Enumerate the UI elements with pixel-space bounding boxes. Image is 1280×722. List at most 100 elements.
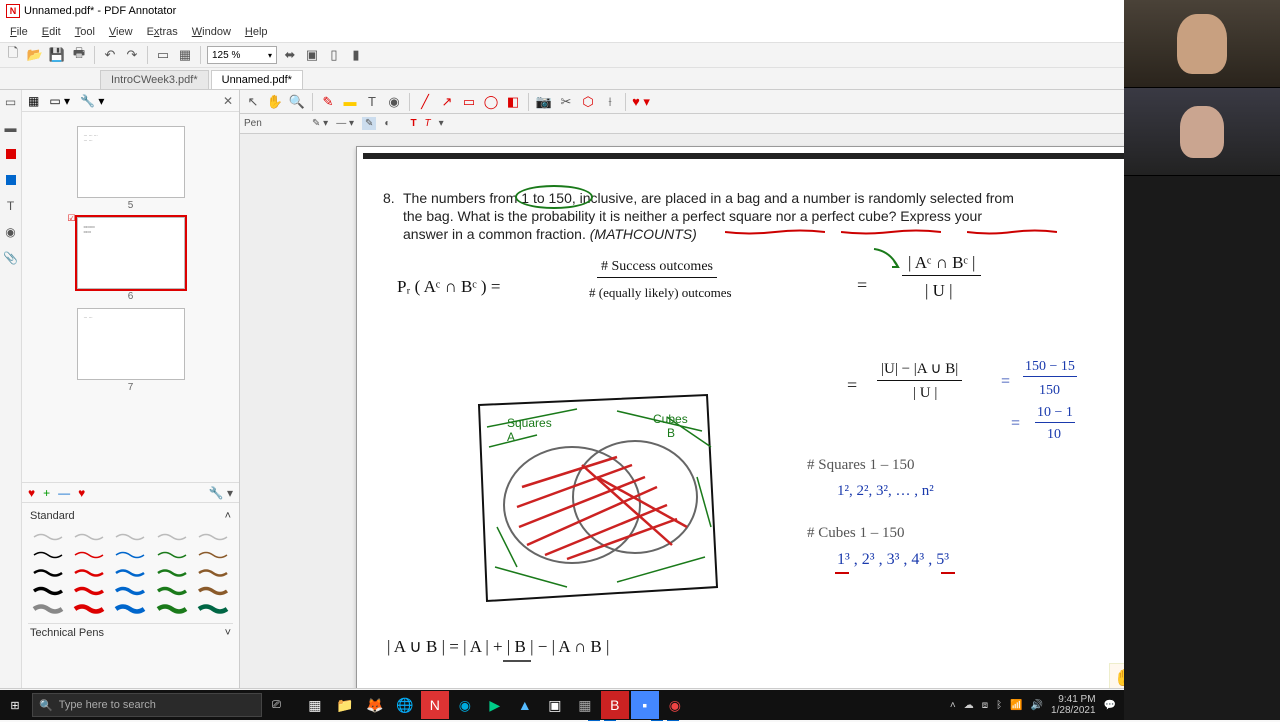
expand-icon[interactable]: ˅: [225, 627, 231, 639]
fav-wrench-icon[interactable]: 🔧 ▾: [209, 486, 233, 500]
open-icon[interactable]: 📂: [26, 46, 44, 64]
eraser-icon[interactable]: ◧: [504, 93, 522, 111]
penstyle-icon[interactable]: — ▾: [336, 118, 354, 129]
arrow-icon[interactable]: ↗: [438, 93, 456, 111]
tray-notif-icon[interactable]: 💬: [1104, 700, 1116, 711]
textitalic-icon[interactable]: T: [425, 118, 431, 129]
panel-page-icon[interactable]: ▭ ▾: [49, 94, 70, 108]
document-viewport[interactable]: 8. The numbers from 1 to 150, inclusive,…: [240, 134, 1264, 688]
pen-swatch[interactable]: [154, 547, 189, 561]
panel-wrench-icon[interactable]: 🔧 ▾: [80, 94, 104, 108]
pen-swatch[interactable]: [71, 601, 106, 615]
pen-swatch[interactable]: [30, 565, 65, 579]
pen-swatch[interactable]: [71, 583, 106, 597]
textmore-icon[interactable]: ▾: [439, 118, 444, 129]
tb-pdfannot-icon[interactable]: N: [421, 691, 449, 719]
pen-swatch[interactable]: [154, 565, 189, 579]
tb-app8-icon[interactable]: ▣: [541, 691, 569, 719]
line-icon[interactable]: ╱: [416, 93, 434, 111]
pen-swatch[interactable]: [30, 547, 65, 561]
hand-icon[interactable]: ✋: [266, 93, 284, 111]
pen-swatch[interactable]: [196, 601, 231, 615]
layout1-icon[interactable]: ▯: [325, 46, 343, 64]
pen-swatch[interactable]: [30, 529, 65, 543]
collapse-icon[interactable]: ˄: [225, 510, 231, 522]
tb-app7-icon[interactable]: ▲: [511, 691, 539, 719]
text-tool-icon[interactable]: T: [3, 198, 19, 214]
camera-icon[interactable]: 📷: [535, 93, 553, 111]
tb-chrome-icon[interactable]: 🌐: [391, 691, 419, 719]
pen-blue-tool-icon[interactable]: [3, 172, 19, 188]
tray-dropbox-icon[interactable]: ⧈: [982, 700, 988, 711]
tb-app10-icon[interactable]: B: [601, 691, 629, 719]
pen-swatch[interactable]: [113, 601, 148, 615]
menu-extras[interactable]: Extras: [141, 26, 184, 38]
fav-heart2-icon[interactable]: ♥: [78, 486, 85, 500]
heart-icon[interactable]: ♥ ▾: [632, 93, 650, 111]
pointer-tool-icon[interactable]: ▭: [3, 94, 19, 110]
pen-swatch[interactable]: [113, 529, 148, 543]
zoom-icon[interactable]: 🔍: [288, 93, 306, 111]
pen-swatch[interactable]: [154, 529, 189, 543]
new-icon[interactable]: 🗋: [4, 46, 22, 64]
pages-icon[interactable]: ▦: [176, 46, 194, 64]
pen-swatch[interactable]: [196, 583, 231, 597]
undo-icon[interactable]: ↶: [101, 46, 119, 64]
task-view-icon[interactable]: ⎚: [262, 699, 291, 712]
pen-swatch[interactable]: [71, 529, 106, 543]
layout2-icon[interactable]: ▮: [347, 46, 365, 64]
crop-icon[interactable]: ✂: [557, 93, 575, 111]
menu-edit[interactable]: Edit: [36, 26, 67, 38]
tb-app9-icon[interactable]: ▦: [571, 691, 599, 719]
webcam-participant-2[interactable]: [1124, 88, 1280, 176]
panel-grid-icon[interactable]: ▦: [28, 94, 39, 108]
thumbnail-list[interactable]: ··· ··· ······ ··· 5 ☑▭▭▭▭▭ 6 ··· ··· 7: [22, 112, 239, 482]
fav-add-icon[interactable]: +: [43, 486, 50, 500]
pen-swatch[interactable]: [196, 547, 231, 561]
thumbnail-7[interactable]: ··· ···: [77, 308, 185, 380]
tray-bt-icon[interactable]: ᛒ: [996, 700, 1002, 711]
pen-swatch[interactable]: [71, 565, 106, 579]
pen-swatch[interactable]: [154, 601, 189, 615]
tray-vol-icon[interactable]: 🔊: [1031, 700, 1043, 711]
panel-close-icon[interactable]: ✕: [223, 94, 233, 108]
pen-swatch[interactable]: [30, 601, 65, 615]
tab-introc[interactable]: IntroCWeek3.pdf*: [100, 70, 209, 89]
textcolor-icon[interactable]: T: [410, 118, 416, 129]
stamp-tool-icon[interactable]: ◉: [3, 224, 19, 240]
webcam-participant-1[interactable]: [1124, 0, 1280, 88]
attach-tool-icon[interactable]: 📎: [3, 250, 19, 266]
pressure-icon[interactable]: ✎: [362, 117, 376, 130]
select-icon[interactable]: ↖: [244, 93, 262, 111]
zoom-combo[interactable]: 125 %: [207, 46, 277, 64]
penwidth-icon[interactable]: ✎ ▾: [312, 118, 328, 129]
thumbnail-6[interactable]: ☑▭▭▭▭▭: [77, 217, 185, 289]
pen-swatch[interactable]: [30, 583, 65, 597]
pen-red-tool-icon[interactable]: [3, 146, 19, 162]
measure-icon[interactable]: ⟊: [601, 93, 619, 111]
pen-swatch[interactable]: [71, 547, 106, 561]
marker-icon[interactable]: ▬: [341, 93, 359, 111]
pen-swatch[interactable]: [154, 583, 189, 597]
tab-unnamed[interactable]: Unnamed.pdf*: [211, 70, 303, 89]
opacity-icon[interactable]: ◐: [384, 118, 390, 129]
save-icon[interactable]: 💾: [48, 46, 66, 64]
annot-tool-icon[interactable]: ▬: [3, 120, 19, 136]
thumbnail-5[interactable]: ··· ··· ······ ···: [77, 126, 185, 198]
menu-file[interactable]: File: [4, 26, 34, 38]
menu-view[interactable]: View: [103, 26, 139, 38]
menu-help[interactable]: Help: [239, 26, 274, 38]
start-button[interactable]: ⊞: [0, 690, 30, 720]
taskbar-search[interactable]: 🔍 Type here to search: [32, 693, 262, 717]
tb-explorer-icon[interactable]: 📁: [331, 691, 359, 719]
tray-up-icon[interactable]: ˄: [950, 700, 956, 711]
pen-swatch[interactable]: [113, 547, 148, 561]
fav-remove-icon[interactable]: —: [58, 486, 70, 500]
rect-icon[interactable]: ▭: [460, 93, 478, 111]
pen-swatch[interactable]: [196, 529, 231, 543]
print-icon[interactable]: 🖶: [70, 46, 88, 64]
tray-wifi-icon[interactable]: 📶: [1010, 700, 1022, 711]
stamp2-icon[interactable]: ◉: [385, 93, 403, 111]
menu-tool[interactable]: Tool: [69, 26, 101, 38]
menu-window[interactable]: Window: [186, 26, 237, 38]
